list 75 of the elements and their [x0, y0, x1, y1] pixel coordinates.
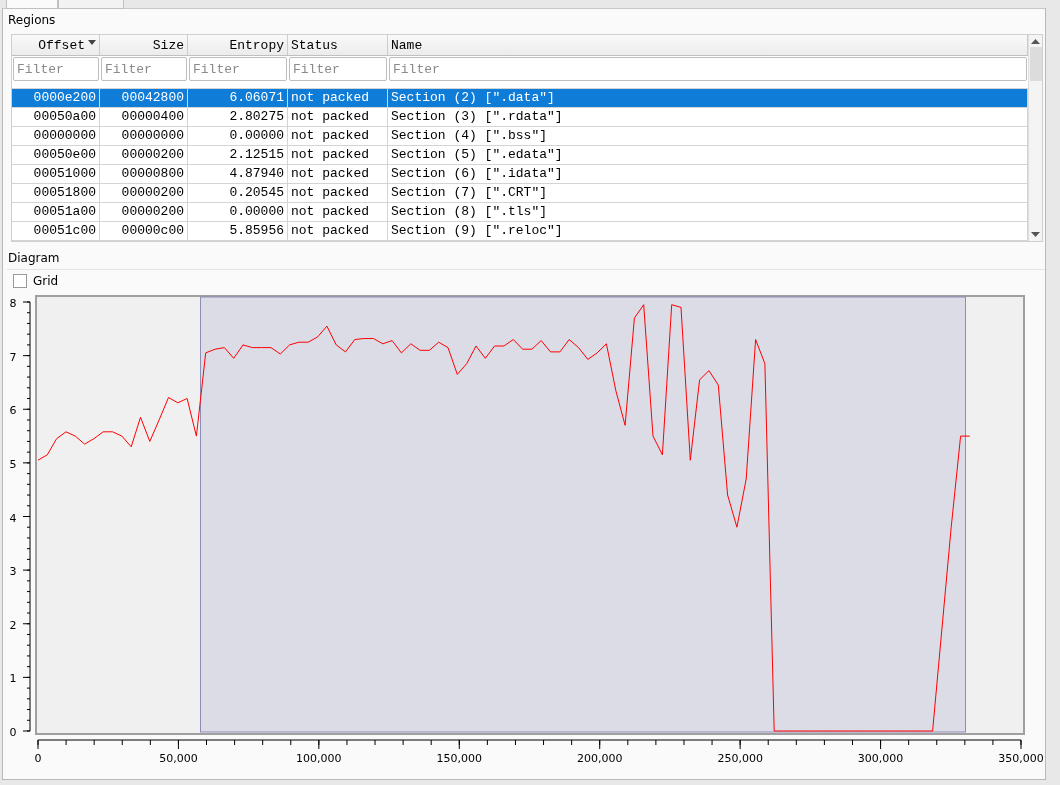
filter-field[interactable]: Filter	[289, 57, 387, 81]
table-row[interactable]: 00051800 00000200 0.20545 not packed Section (7) [".CRT"]	[12, 184, 1028, 203]
group-title: Regions	[7, 12, 57, 29]
table-cell: not packed	[288, 127, 388, 145]
filter-field[interactable]: Filter	[101, 57, 187, 81]
table-cell: 00000800	[100, 165, 188, 183]
table-cell: 00000000	[100, 127, 188, 145]
table-cell: not packed	[288, 222, 388, 240]
x-tick-label: 250,000	[717, 752, 763, 765]
table-cell: 00000000	[12, 127, 100, 145]
column-header[interactable]: Size	[100, 35, 188, 55]
y-tick-label: 4	[9, 511, 17, 525]
table-cell: not packed	[288, 203, 388, 221]
table-cell: 00000200	[100, 203, 188, 221]
table-cell: 00000200	[100, 146, 188, 164]
table-cell: 00050a00	[12, 108, 100, 126]
y-tick-label: 7	[9, 350, 17, 364]
table-cell: 00051000	[12, 165, 100, 183]
table-cell: 00051800	[12, 184, 100, 202]
table-cell: 0000e200	[12, 89, 100, 107]
table-cell: 2.80275	[188, 108, 288, 126]
x-tick-label: 200,000	[576, 752, 623, 765]
table-row[interactable]: 00051a00 00000200 0.00000 not packed Section (8) [".tls"]	[12, 203, 1028, 222]
y-tick-label: 1	[9, 672, 17, 686]
x-tick-label: 50,000	[159, 752, 198, 765]
table-row[interactable]: 00051000 00000800 4.87940 not packed Section (6) [".idata"]	[12, 165, 1028, 184]
y-tick-label: 5	[9, 457, 17, 471]
y-tick-label: 2	[9, 618, 17, 632]
table-cell: 0.00000	[188, 203, 288, 221]
table-cell: 00051c00	[12, 222, 100, 240]
checkbox-label: Grid	[33, 274, 59, 288]
filter-field[interactable]: Filter	[389, 57, 1027, 81]
column-header[interactable]: Offset	[12, 35, 100, 55]
table-cell: not packed	[288, 89, 388, 107]
filter-field[interactable]: Filter	[189, 57, 287, 81]
table-cell: 00000200	[100, 184, 188, 202]
table-row[interactable]: 00050a00 00000400 2.80275 not packed Section (3) [".rdata"]	[12, 108, 1028, 127]
x-tick-label: 300,000	[857, 752, 904, 765]
group-title: Diagram	[7, 250, 61, 267]
table-row[interactable]: 00000000 00000000 0.00000 not packed Section (4) [".bss"]	[12, 127, 1028, 146]
table-cell: 2.12515	[188, 146, 288, 164]
y-tick-label: 6	[9, 404, 17, 418]
table-cell: 4.87940	[188, 165, 288, 183]
y-tick-label: 8	[9, 297, 17, 310]
table-cell: 00050e00	[12, 146, 100, 164]
scroll-up-icon[interactable]	[1031, 39, 1040, 44]
y-tick-label: 0	[9, 726, 17, 739]
table-cell: 0.00000	[188, 127, 288, 145]
scrollbar[interactable]	[1028, 35, 1042, 241]
scroll-down-icon[interactable]	[1031, 232, 1040, 237]
table-cell: 00000400	[100, 108, 188, 126]
table-cell: not packed	[288, 184, 388, 202]
table-cell: 00051a00	[12, 203, 100, 221]
table-cell: not packed	[288, 165, 388, 183]
table-cell: 5.85956	[188, 222, 288, 240]
column-header[interactable]: Status	[288, 35, 388, 55]
table-cell: not packed	[288, 146, 388, 164]
x-tick-label: 100,000	[296, 752, 342, 765]
column-header[interactable]: Entropy	[188, 35, 288, 55]
grid-checkbox[interactable]	[13, 274, 27, 288]
y-tick-label: 3	[9, 565, 17, 579]
x-tick-label: 0	[34, 752, 42, 765]
table-cell: not packed	[288, 108, 388, 126]
scroll-thumb[interactable]	[1029, 47, 1042, 81]
filter-field[interactable]: Filter	[13, 57, 99, 81]
table-cell: 6.06071	[188, 89, 288, 107]
table-row[interactable]: 0000e200 00042800 6.06071 not packed Section (2) [".data"]	[12, 89, 1028, 108]
table-cell: 0.20545	[188, 184, 288, 202]
table-cell: 00042800	[100, 89, 188, 107]
x-tick-label: 350,000	[998, 752, 1044, 765]
x-tick-label: 150,000	[436, 752, 483, 765]
sort-icon	[88, 40, 96, 45]
table-cell: 00000c00	[100, 222, 188, 240]
table-row[interactable]: 00051c00 00000c00 5.85956 not packed Section (9) [".reloc"]	[12, 222, 1028, 241]
table-row[interactable]: 00050e00 00000200 2.12515 not packed Section (5) [".edata"]	[12, 146, 1028, 165]
